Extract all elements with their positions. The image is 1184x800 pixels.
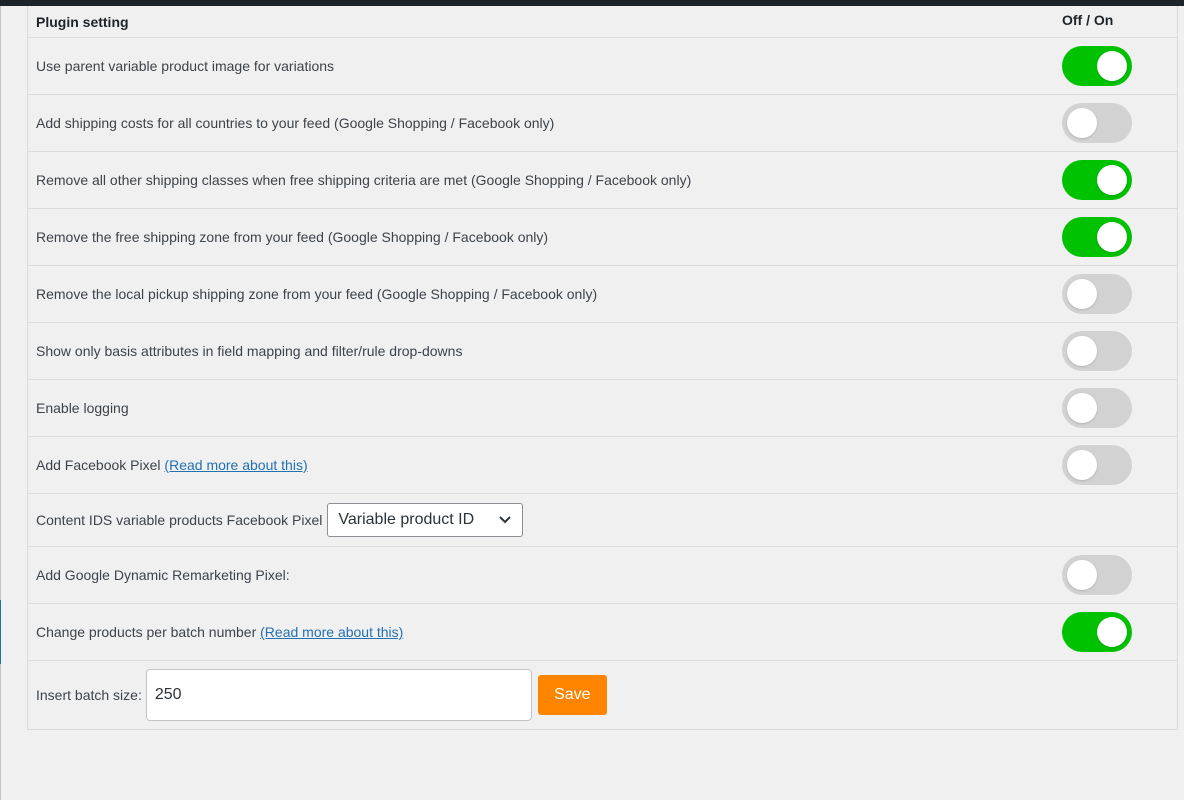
toggle-facebook-pixel[interactable] <box>1062 445 1132 485</box>
toggle-knob <box>1067 336 1097 366</box>
content-ids-select[interactable]: Variable product ID <box>327 503 524 537</box>
plugin-settings-table: Plugin setting Off / On Use parent varia… <box>27 6 1178 730</box>
setting-label: Show only basis attributes in field mapp… <box>36 343 463 359</box>
toggle-basis-attributes[interactable] <box>1062 331 1132 371</box>
batch-size-label: Insert batch size: <box>36 687 142 703</box>
setting-label: Add Google Dynamic Remarketing Pixel: <box>36 567 290 583</box>
toggle-knob <box>1097 165 1127 195</box>
header-title: Plugin setting <box>36 13 129 30</box>
toggle-shipping-costs[interactable] <box>1062 103 1132 143</box>
toggle-knob <box>1097 222 1127 252</box>
setting-label: Add Facebook Pixel <box>36 457 161 473</box>
save-button[interactable]: Save <box>537 675 607 715</box>
batch-size-input[interactable] <box>145 669 532 721</box>
batch-size-row: Insert batch size: Save <box>28 661 1177 729</box>
setting-label: Remove the local pickup shipping zone fr… <box>36 286 598 302</box>
chevron-down-icon <box>499 516 512 524</box>
setting-row-shipping-costs: Add shipping costs for all countries to … <box>28 95 1177 152</box>
setting-row-content-ids: Content IDS variable products Facebook P… <box>28 494 1177 547</box>
toggle-knob <box>1067 279 1097 309</box>
toggle-batch-number[interactable] <box>1062 612 1132 652</box>
setting-label: Change products per batch number <box>36 624 257 640</box>
setting-row-facebook-pixel: Add Facebook Pixel (Read more about this… <box>28 437 1177 494</box>
toggle-remove-free-shipping[interactable] <box>1062 217 1132 257</box>
toggle-remove-local-pickup[interactable] <box>1062 274 1132 314</box>
setting-row-basis-attributes: Show only basis attributes in field mapp… <box>28 323 1177 380</box>
setting-label: Content IDS variable products Facebook P… <box>36 512 323 528</box>
setting-row-google-remarketing: Add Google Dynamic Remarketing Pixel: <box>28 547 1177 604</box>
header-toggle-column: Off / On <box>1062 12 1114 28</box>
setting-label: Remove the free shipping zone from your … <box>36 229 549 245</box>
read-more-link-facebook-pixel[interactable]: (Read more about this) <box>164 457 307 473</box>
toggle-knob <box>1067 450 1097 480</box>
setting-row-batch-number: Change products per batch number (Read m… <box>28 604 1177 661</box>
toggle-knob <box>1067 108 1097 138</box>
table-header: Plugin setting Off / On <box>28 6 1177 38</box>
read-more-link-batch-number[interactable]: (Read more about this) <box>260 624 403 640</box>
toggle-knob <box>1097 51 1127 81</box>
toggle-knob <box>1067 393 1097 423</box>
toggle-knob <box>1067 560 1097 590</box>
setting-label: Enable logging <box>36 400 129 416</box>
toggle-knob <box>1097 617 1127 647</box>
setting-row-remove-local-pickup: Remove the local pickup shipping zone fr… <box>28 266 1177 323</box>
toggle-remove-shipping-classes[interactable] <box>1062 160 1132 200</box>
toggle-enable-logging[interactable] <box>1062 388 1132 428</box>
setting-row-enable-logging: Enable logging <box>28 380 1177 437</box>
toggle-google-remarketing[interactable] <box>1062 555 1132 595</box>
select-value: Variable product ID <box>338 511 475 528</box>
setting-label: Use parent variable product image for va… <box>36 58 335 74</box>
toggle-parent-image[interactable] <box>1062 46 1132 86</box>
setting-label: Add shipping costs for all countries to … <box>36 115 555 131</box>
left-edge-border <box>0 6 1 800</box>
left-edge-accent <box>0 600 1 664</box>
setting-row-remove-free-shipping: Remove the free shipping zone from your … <box>28 209 1177 266</box>
setting-label: Remove all other shipping classes when f… <box>36 172 692 188</box>
setting-row-remove-shipping-classes: Remove all other shipping classes when f… <box>28 152 1177 209</box>
setting-row-parent-image: Use parent variable product image for va… <box>28 38 1177 95</box>
